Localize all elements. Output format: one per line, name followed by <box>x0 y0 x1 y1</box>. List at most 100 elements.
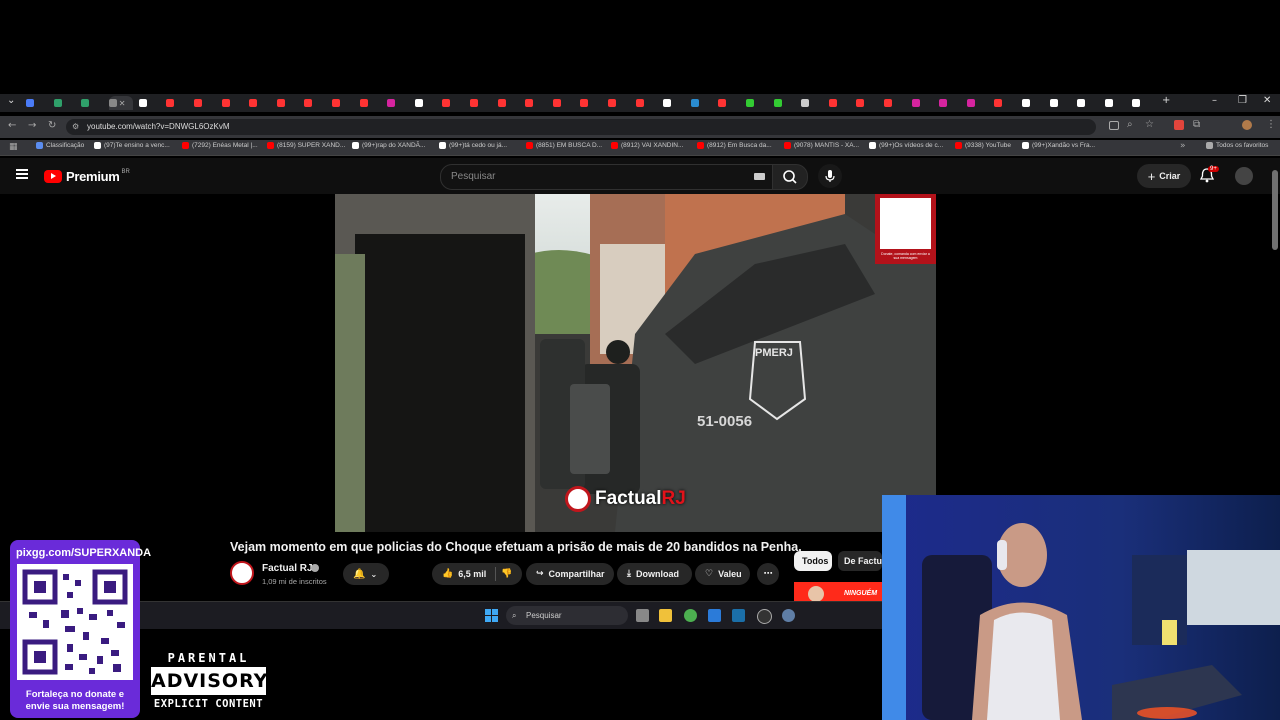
browser-tab[interactable] <box>801 96 823 110</box>
browser-tab[interactable] <box>497 96 520 110</box>
browser-tab[interactable] <box>1077 96 1099 110</box>
browser-tab[interactable] <box>635 96 658 110</box>
browser-tab[interactable] <box>580 96 602 110</box>
download-button[interactable]: ⤓ Download <box>617 563 692 585</box>
video-player[interactable]: PMERJ 51-0056 Donate, comanda com enviar… <box>335 194 936 532</box>
share-button[interactable]: ↪ Compartilhar <box>526 563 614 585</box>
back-icon[interactable]: ← <box>8 120 16 131</box>
browser-tab[interactable] <box>276 96 299 110</box>
browser-tab[interactable] <box>194 96 216 110</box>
task-view-icon[interactable] <box>636 609 649 622</box>
extension-red-icon[interactable] <box>1174 120 1184 130</box>
voice-search-button[interactable] <box>818 164 842 188</box>
keyboard-icon[interactable] <box>754 173 765 180</box>
browser-tab[interactable] <box>1104 96 1127 110</box>
browser-tab[interactable] <box>690 96 713 110</box>
subscription-bell-button[interactable]: 🔔 ⌄ <box>343 563 389 585</box>
browser-tab[interactable] <box>525 96 547 110</box>
browser-tab[interactable]: ✕ <box>108 96 133 110</box>
search-input[interactable]: Pesquisar <box>440 164 774 190</box>
browser-tab[interactable] <box>1049 96 1072 110</box>
thanks-button[interactable]: ♡ Valeu <box>695 563 750 585</box>
channel-avatar[interactable] <box>230 561 254 585</box>
bookmark-item[interactable]: (99+)Os vídeos de c... <box>869 142 943 149</box>
reload-icon[interactable]: ↻ <box>48 120 56 131</box>
close-tab-icon[interactable]: ✕ <box>119 99 126 108</box>
browser-tab[interactable] <box>138 96 161 110</box>
chip-from-channel[interactable]: De Factual <box>838 551 882 571</box>
browser-tab[interactable] <box>856 96 878 110</box>
browser-tab[interactable] <box>1132 96 1154 110</box>
hamburger-menu-icon[interactable] <box>16 169 28 179</box>
cast-icon[interactable] <box>1109 121 1119 130</box>
browser-tab[interactable] <box>387 96 409 110</box>
dislike-icon[interactable]: 👎 <box>501 569 512 579</box>
browser-tab[interactable] <box>911 96 934 110</box>
file-explorer-icon[interactable] <box>659 609 672 622</box>
browser-tab[interactable] <box>663 96 685 110</box>
browser-tab[interactable] <box>1022 96 1044 110</box>
forward-icon[interactable]: → <box>28 120 36 131</box>
chrome-icon[interactable] <box>684 609 697 622</box>
maximize-icon[interactable]: ❐ <box>1238 95 1247 106</box>
browser-tab[interactable] <box>608 96 630 110</box>
obs-icon[interactable] <box>757 609 772 624</box>
search-button[interactable] <box>772 164 808 190</box>
bookmark-item[interactable]: (99+)tá cedo ou já... <box>439 142 507 149</box>
browser-tab[interactable] <box>552 96 575 110</box>
browser-tab[interactable] <box>746 96 768 110</box>
browser-tab[interactable] <box>884 96 906 110</box>
like-count[interactable]: 6,5 mil <box>458 569 486 579</box>
bookmark-item[interactable]: Classificação <box>36 142 84 149</box>
youtube-logo[interactable]: Premium BR <box>44 169 130 184</box>
all-bookmarks-folder[interactable]: Todos os favoritos <box>1206 142 1268 149</box>
more-actions-button[interactable]: ⋯ <box>757 563 779 585</box>
browser-menu-icon[interactable]: ⋮ <box>1266 119 1276 130</box>
user-avatar[interactable] <box>1235 167 1253 185</box>
browser-tab[interactable] <box>718 96 740 110</box>
address-bar[interactable]: ⚙ youtube.com/watch?v=DNWGL6OzKvM <box>66 119 1096 135</box>
bookmark-item[interactable]: (8912) Em Busca da... <box>697 142 772 149</box>
apps-grid-icon[interactable]: ▦ <box>9 142 18 152</box>
bookmark-item[interactable]: (9078) MANTIS - XA... <box>784 142 859 149</box>
browser-tab[interactable] <box>939 96 961 110</box>
browser-tab[interactable] <box>773 96 796 110</box>
create-button[interactable]: + Criar <box>1137 164 1191 188</box>
browser-tab[interactable] <box>81 96 103 110</box>
browser-tab[interactable] <box>166 96 188 110</box>
more-bookmarks-icon[interactable]: » <box>1180 141 1186 151</box>
chip-all[interactable]: Todos <box>794 551 832 571</box>
browser-tab[interactable] <box>53 96 76 110</box>
browser-tab[interactable] <box>414 96 437 110</box>
steam-icon[interactable] <box>732 609 745 622</box>
tab-search-icon[interactable]: ⌄ <box>7 95 15 106</box>
minimize-icon[interactable]: – <box>1212 95 1217 106</box>
windows-start-icon[interactable] <box>485 609 498 622</box>
site-info-icon[interactable]: ⚙ <box>72 119 79 135</box>
browser-tab[interactable] <box>304 96 326 110</box>
bookmark-item[interactable]: (8159) SUPER XAND... <box>267 142 345 149</box>
bookmark-item[interactable]: (9338) YouTube <box>955 142 1011 149</box>
extensions-icon[interactable]: ⧉ <box>1193 119 1200 130</box>
bookmark-item[interactable]: (8851) EM BUSCA D... <box>526 142 602 149</box>
browser-tab[interactable] <box>470 96 492 110</box>
zoom-icon[interactable]: ⌕ <box>1127 119 1133 130</box>
bookmark-item[interactable]: (8912) VAI XANDIN... <box>611 142 683 149</box>
bookmark-item[interactable]: (97)Te ensino a venc... <box>94 142 170 149</box>
browser-tab[interactable] <box>332 96 354 110</box>
browser-tab[interactable] <box>994 96 1016 110</box>
close-window-icon[interactable]: ✕ <box>1263 95 1271 106</box>
new-tab-icon[interactable]: + <box>1162 95 1170 106</box>
taskbar-search[interactable]: ⌕ Pesquisar <box>506 606 628 625</box>
channel-name[interactable]: Factual RJ <box>262 563 313 574</box>
settings-icon[interactable] <box>782 609 795 622</box>
page-scrollbar[interactable] <box>1272 170 1278 250</box>
browser-tab[interactable] <box>442 96 464 110</box>
like-icon[interactable]: 👍 <box>442 569 453 579</box>
bookmark-item[interactable]: (7292) Enéas Metal |... <box>182 142 258 149</box>
app-icon-blue[interactable] <box>708 609 721 622</box>
related-video-thumbnail[interactable]: NINGUÉM <box>794 582 882 602</box>
bookmark-item[interactable]: (99+)rap do XANDÃ... <box>352 142 425 149</box>
browser-tab[interactable] <box>966 96 989 110</box>
bookmark-star-icon[interactable]: ☆ <box>1145 119 1154 130</box>
